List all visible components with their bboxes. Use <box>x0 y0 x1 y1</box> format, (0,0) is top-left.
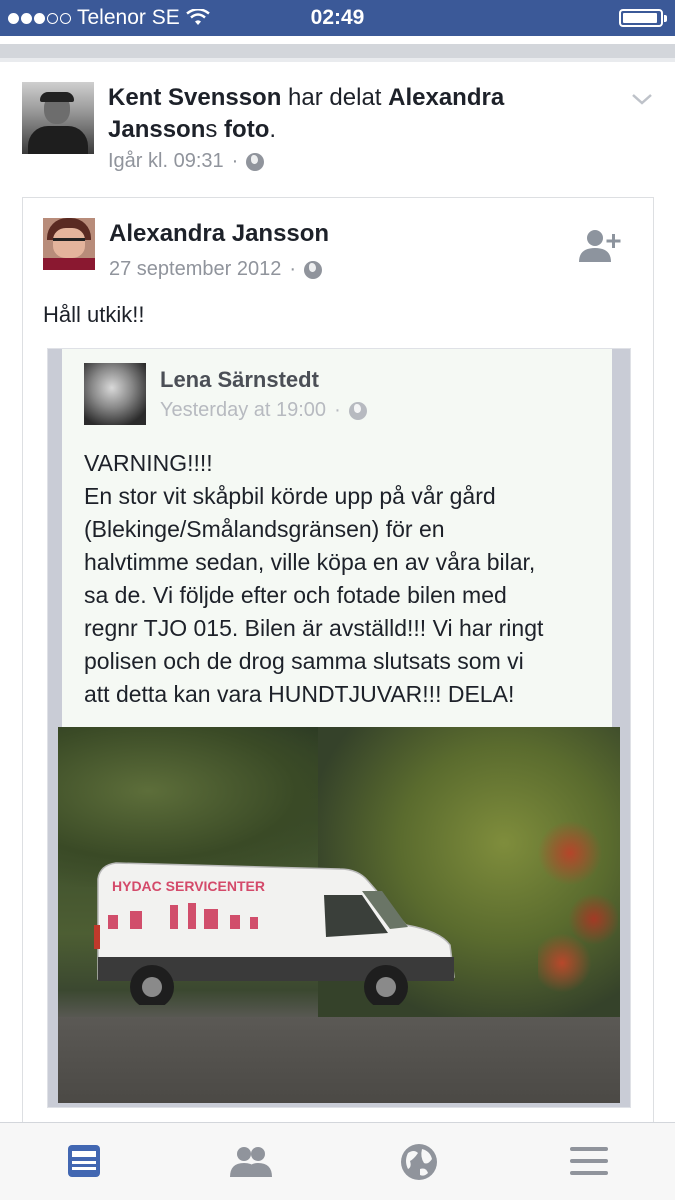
menu-icon[interactable] <box>570 1145 608 1177</box>
original-author-avatar[interactable] <box>43 218 95 270</box>
clock: 02:49 <box>310 6 365 29</box>
embedded-post-meta: Yesterday at 19:00 · <box>160 399 367 422</box>
sharer-avatar[interactable] <box>22 82 94 154</box>
tab-bar <box>0 1122 675 1200</box>
post-photo[interactable]: Lena Särnstedt Yesterday at 19:00 · VARN… <box>47 348 631 1108</box>
friends-icon[interactable] <box>230 1143 272 1179</box>
globe-notifications-icon[interactable] <box>400 1143 438 1181</box>
public-globe-icon <box>348 401 367 420</box>
original-author-name[interactable]: Alexandra Jansson <box>109 220 329 248</box>
post-card: Kent Svensson har delat Alexandra Jansso… <box>0 62 675 1127</box>
status-bar: Telenor SE 02:49 <box>0 0 675 36</box>
white-van-illustration: HYDAC SERVICENTER <box>94 862 455 1005</box>
public-globe-icon <box>246 152 265 171</box>
battery-icon <box>619 9 667 27</box>
post-meta: Igår kl. 09:31 · <box>108 150 265 173</box>
post-timestamp[interactable]: Igår kl. 09:31 <box>108 150 224 173</box>
share-action-text: har delat <box>281 84 389 111</box>
embedded-author-name: Lena Särnstedt <box>160 367 319 392</box>
meta-separator: · <box>289 258 297 280</box>
sharer-name-link[interactable]: Kent Svensson <box>108 84 281 111</box>
embedded-facebook-screenshot: Lena Särnstedt Yesterday at 19:00 · VARN… <box>62 349 612 729</box>
possessive-suffix: s <box>205 116 218 143</box>
public-globe-icon <box>304 260 323 279</box>
chevron-down-icon[interactable] <box>631 88 653 110</box>
post-text: Håll utkik!! <box>43 302 145 327</box>
meta-separator: · <box>334 399 341 421</box>
photo-link[interactable]: foto <box>224 116 269 143</box>
original-post: Alexandra Jansson 27 september 2012 · Hå… <box>22 197 654 1127</box>
van-photo: HYDAC SERVICENTER <box>58 727 620 1103</box>
van-logo-text: HYDAC SERVICENTER <box>112 878 265 894</box>
meta-separator: · <box>231 150 239 172</box>
header-period: . <box>269 116 277 143</box>
embedded-author-avatar <box>84 363 146 425</box>
original-post-date[interactable]: 27 september 2012 <box>109 258 281 281</box>
post-header: Kent Svensson har delat Alexandra Jansso… <box>108 82 608 146</box>
embedded-post-text: VARNING!!!! En stor vit skåpbil körde up… <box>84 450 544 707</box>
original-post-meta: 27 september 2012 · <box>109 258 323 281</box>
news-feed-icon[interactable] <box>66 1143 102 1179</box>
embedded-post-time: Yesterday at 19:00 <box>160 399 327 421</box>
add-friend-icon[interactable] <box>579 228 623 264</box>
feed-divider <box>0 36 675 58</box>
